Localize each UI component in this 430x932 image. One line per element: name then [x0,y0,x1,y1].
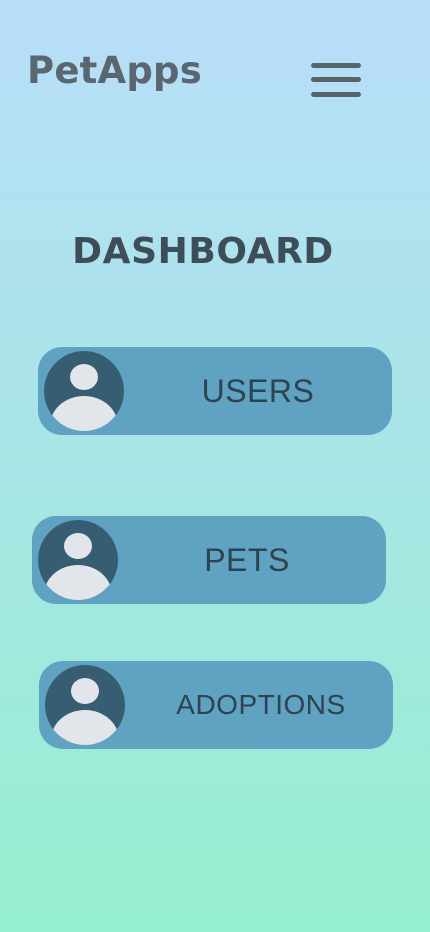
menu-bar [311,77,361,82]
pets-button[interactable]: PETS [32,516,386,604]
users-label: USERS [201,373,315,409]
avatar-head [71,678,99,704]
avatar-head [70,364,98,390]
user-avatar-icon [38,520,118,600]
users-button[interactable]: USERS [38,347,392,435]
menu-bar [311,63,361,68]
user-avatar-icon [45,665,125,745]
avatar-head [64,533,92,559]
adoptions-button[interactable]: ADOPTIONS [39,661,393,749]
pets-label: PETS [204,542,290,578]
menu-bar [311,92,361,97]
avatar-body [44,565,112,600]
hamburger-menu-icon[interactable] [308,62,364,102]
app-header: PetApps [0,0,430,150]
user-avatar-icon [44,351,124,431]
adoptions-label: ADOPTIONS [176,689,346,720]
avatar-body [50,396,118,431]
page-title: DASHBOARD [72,231,334,273]
app-brand: PetApps [27,49,202,92]
avatar-body [51,710,119,745]
